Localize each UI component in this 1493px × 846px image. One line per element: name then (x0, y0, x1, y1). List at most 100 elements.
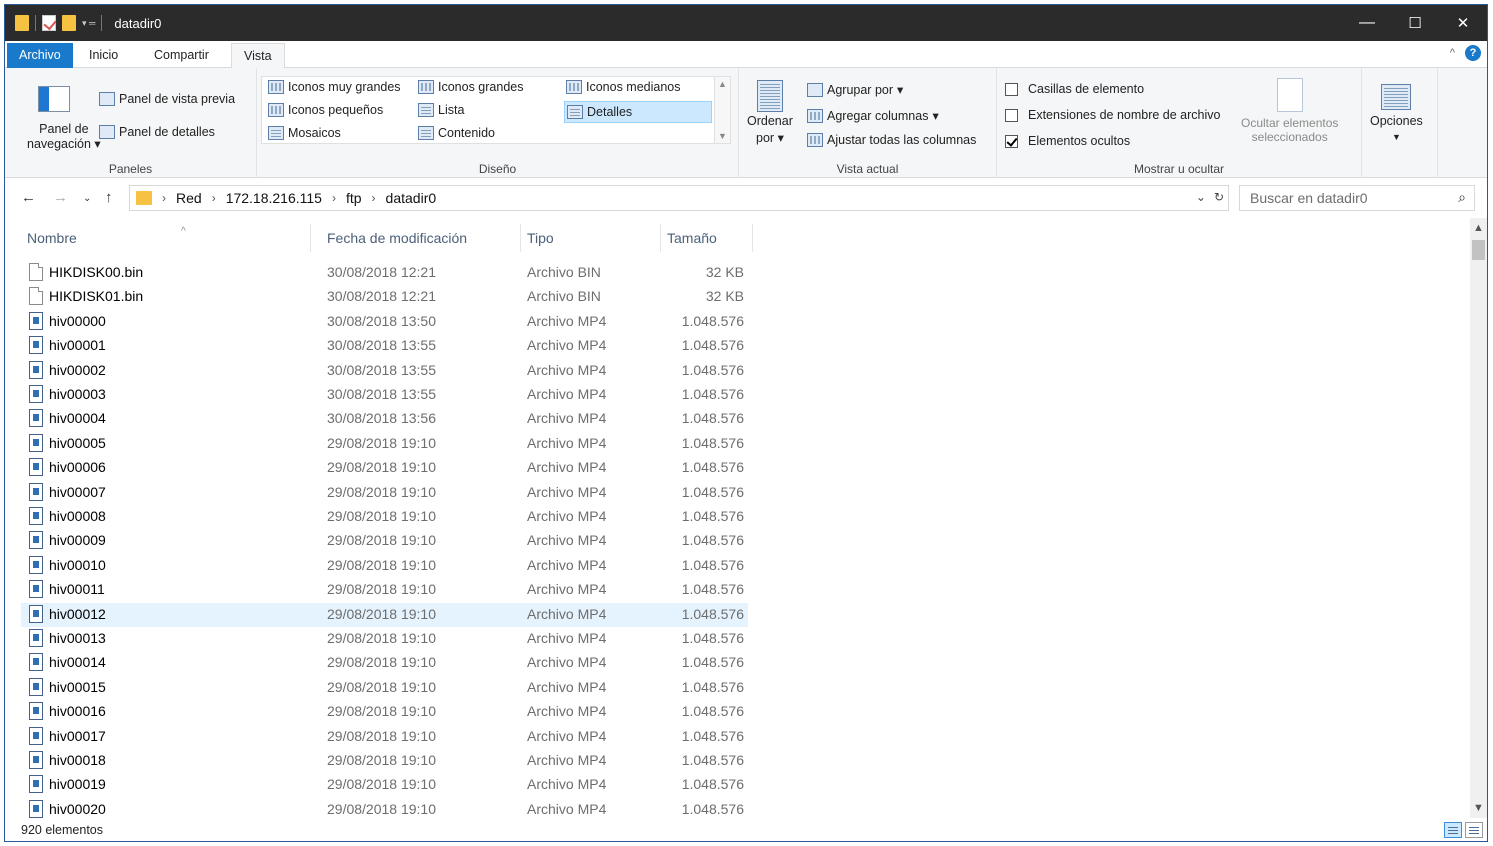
column-header-name[interactable]: ^ Nombre (21, 224, 311, 252)
sort-by-label-1: Ordenar (747, 114, 793, 128)
fit-columns-button[interactable]: Ajustar todas las columnas (807, 133, 976, 147)
layout-medium-icons[interactable]: Iconos medianos (566, 80, 681, 94)
recent-locations-icon[interactable]: ⌄ (83, 193, 91, 204)
table-row[interactable]: HIKDISK00.bin 30/08/2018 12:21 Archivo BIN… (21, 261, 748, 285)
layout-extra-large-icons[interactable]: Iconos muy grandes (268, 80, 401, 94)
table-row[interactable]: hiv00019 29/08/2018 19:10 Archivo MP4 1.048… (21, 773, 748, 797)
column-header-date[interactable]: Fecha de modificación (321, 224, 521, 252)
table-row[interactable]: hiv00005 29/08/2018 19:10 Archivo MP4 1.048… (21, 432, 748, 456)
table-row[interactable]: hiv00003 30/08/2018 13:55 Archivo MP4 1.048… (21, 383, 748, 407)
details-pane-button[interactable]: Panel de detalles (99, 125, 215, 139)
layout-small-icons[interactable]: Iconos pequeños (268, 103, 383, 117)
customize-toolbar-icon[interactable]: ▾ ═ (82, 18, 95, 29)
sort-by-button[interactable]: Ordenar por ▾ (747, 80, 793, 145)
minimize-button[interactable]: — (1343, 5, 1391, 41)
maximize-button[interactable]: ☐ (1391, 5, 1439, 41)
address-bar: ← → ⌄ ↑ › Red › 172.18.216.115 › ftp › d… (5, 178, 1487, 218)
close-button[interactable]: ✕ (1439, 5, 1487, 41)
table-row[interactable]: hiv00010 29/08/2018 19:10 Archivo MP4 1.048… (21, 554, 748, 578)
search-icon[interactable]: ⌕ (1458, 189, 1466, 206)
tab-inicio[interactable]: Inicio (77, 43, 130, 68)
forward-arrow-icon[interactable]: → (53, 189, 68, 206)
navigation-pane-button[interactable]: Panel de navegación ▾ (27, 122, 101, 151)
table-row[interactable]: hiv00012 29/08/2018 19:10 Archivo MP4 1.048… (21, 602, 748, 627)
details-icon (567, 105, 583, 119)
column-header-size[interactable]: Tamaño (661, 224, 753, 252)
explorer-window: ▾ ═ datadir0 — ☐ ✕ Archivo Inicio Compar… (4, 4, 1488, 842)
options-label: Opciones (1370, 114, 1423, 128)
help-icon[interactable]: ? (1465, 45, 1481, 61)
hide-selected-button[interactable]: Ocultar elementos seleccionados (1241, 78, 1338, 144)
hidden-items-checkbox[interactable] (1005, 134, 1018, 148)
table-row[interactable]: hiv00009 29/08/2018 19:10 Archivo MP4 1.048… (21, 529, 748, 553)
breadcrumb-item-host[interactable]: 172.18.216.115 (226, 190, 322, 206)
table-row[interactable]: hiv00015 29/08/2018 19:10 Archivo MP4 1.048… (21, 676, 748, 700)
scroll-up-icon[interactable]: ▲ (718, 79, 727, 89)
item-checkboxes-checkbox[interactable] (1005, 82, 1018, 96)
details-view-icon[interactable] (1444, 822, 1462, 838)
chevron-right-icon[interactable]: › (212, 191, 216, 205)
add-columns-icon (807, 108, 823, 123)
new-folder-icon[interactable] (62, 15, 76, 31)
chevron-right-icon[interactable]: › (332, 191, 336, 205)
scroll-down-icon[interactable]: ▼ (1470, 802, 1487, 814)
file-extensions-checkbox[interactable] (1005, 108, 1018, 122)
file-date: 29/08/2018 19:10 (327, 459, 436, 476)
table-row[interactable]: hiv00002 30/08/2018 13:55 Archivo MP4 1.048… (21, 359, 748, 383)
vertical-scrollbar[interactable]: ▲ ▼ (1470, 218, 1487, 818)
refresh-icon[interactable]: ↻ (1214, 190, 1224, 204)
file-extensions-toggle[interactable]: Extensiones de nombre de archivo (1005, 108, 1220, 122)
chevron-right-icon[interactable]: › (162, 191, 166, 205)
options-button[interactable]: Opciones ▼ (1370, 84, 1423, 142)
column-header-type[interactable]: Tipo (521, 224, 661, 252)
group-by-button[interactable]: Agrupar por ▾ (807, 82, 903, 97)
file-name: hiv00005 (49, 434, 106, 451)
table-row[interactable]: HIKDISK01.bin 30/08/2018 12:21 Archivo BIN… (21, 285, 748, 309)
current-view-group: Ordenar por ▾ Agrupar por ▾ Agregar colum… (739, 68, 997, 178)
scroll-up-icon[interactable]: ▲ (1470, 222, 1487, 234)
breadcrumb-item-red[interactable]: Red (176, 190, 202, 206)
table-row[interactable]: hiv00011 29/08/2018 19:10 Archivo MP4 1.048… (21, 578, 748, 602)
up-arrow-icon[interactable]: ↑ (105, 189, 113, 206)
table-row[interactable]: hiv00006 29/08/2018 19:10 Archivo MP4 1.048… (21, 456, 748, 480)
chevron-right-icon[interactable]: › (372, 191, 376, 205)
search-input[interactable]: Buscar en datadir0 ⌕ (1239, 185, 1475, 211)
add-columns-button[interactable]: Agregar columnas ▾ (807, 108, 939, 123)
scrollbar-thumb[interactable] (1472, 240, 1485, 260)
scroll-down-icon[interactable]: ▼ (718, 131, 727, 141)
breadcrumb[interactable]: › Red › 172.18.216.115 › ftp › datadir0 … (129, 185, 1229, 211)
large-icons-view-icon[interactable] (1465, 822, 1483, 838)
preview-pane-button[interactable]: Panel de vista previa (99, 92, 235, 106)
back-arrow-icon[interactable]: ← (21, 189, 36, 206)
navigation-pane-icon[interactable] (38, 86, 70, 112)
layout-tiles[interactable]: Mosaicos (268, 126, 341, 140)
breadcrumb-item-datadir0[interactable]: datadir0 (386, 190, 437, 206)
tab-vista[interactable]: Vista (231, 43, 285, 69)
table-row[interactable]: hiv00000 30/08/2018 13:50 Archivo MP4 1.048… (21, 310, 748, 334)
properties-icon[interactable] (42, 15, 56, 31)
table-row[interactable]: hiv00018 29/08/2018 19:10 Archivo MP4 1.048… (21, 749, 748, 773)
layout-list[interactable]: Lista (418, 103, 464, 117)
chevron-down-icon[interactable]: ⌄ (1196, 190, 1206, 204)
breadcrumb-item-ftp[interactable]: ftp (346, 190, 362, 206)
tab-archivo[interactable]: Archivo (7, 43, 73, 68)
hidden-items-toggle[interactable]: Elementos ocultos (1005, 134, 1130, 148)
table-row[interactable]: hiv00017 29/08/2018 19:10 Archivo MP4 1.048… (21, 725, 748, 749)
file-date: 29/08/2018 19:10 (327, 532, 436, 549)
table-row[interactable]: hiv00008 29/08/2018 19:10 Archivo MP4 1.048… (21, 505, 748, 529)
tab-compartir[interactable]: Compartir (142, 43, 221, 68)
column-header-label: Nombre (27, 230, 77, 246)
layout-content[interactable]: Contenido (418, 126, 495, 140)
item-checkboxes-toggle[interactable]: Casillas de elemento (1005, 82, 1144, 96)
view-switcher (1444, 822, 1483, 838)
collapse-ribbon-icon[interactable]: ^ (1450, 47, 1455, 59)
table-row[interactable]: hiv00014 29/08/2018 19:10 Archivo MP4 1.048… (21, 651, 748, 675)
table-row[interactable]: hiv00004 30/08/2018 13:56 Archivo MP4 1.048… (21, 407, 748, 431)
layout-gallery-scroll[interactable]: ▲ ▼ (714, 77, 730, 143)
table-row[interactable]: hiv00007 29/08/2018 19:10 Archivo MP4 1.048… (21, 481, 748, 505)
table-row[interactable]: hiv00016 29/08/2018 19:10 Archivo MP4 1.048… (21, 700, 748, 724)
layout-large-icons[interactable]: Iconos grandes (418, 80, 523, 94)
table-row[interactable]: hiv00013 29/08/2018 19:10 Archivo MP4 1.048… (21, 627, 748, 651)
table-row[interactable]: hiv00001 30/08/2018 13:55 Archivo MP4 1.048… (21, 334, 748, 358)
layout-details[interactable]: Detalles (564, 101, 712, 123)
